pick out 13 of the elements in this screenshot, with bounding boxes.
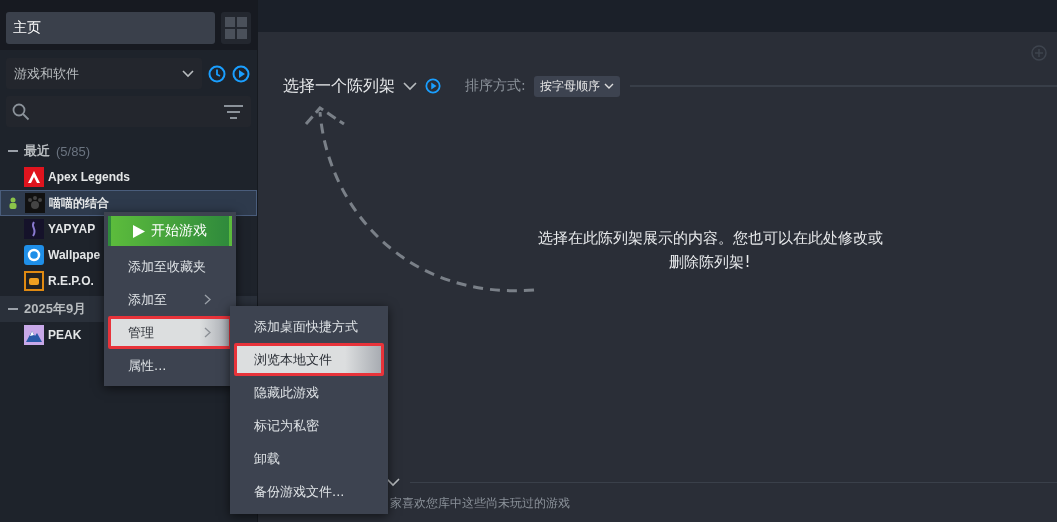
collection-title: 2025年9月 <box>24 300 87 318</box>
game-title: Wallpape <box>48 248 101 262</box>
collection-count: (5/85) <box>56 143 90 159</box>
sort-label: 排序方式: <box>465 77 526 95</box>
shelf-description: 家喜欢您库中这些尚未玩过的游戏 <box>390 496 570 510</box>
game-title: 喵喵的结合 <box>49 194 109 212</box>
game-title: YAPYAP <box>48 222 96 236</box>
empty-shelf-message: 选择在此陈列架展示的内容。您也可以在此处修改或删除陈列架! <box>536 228 884 273</box>
home-label: 主页 <box>13 19 41 37</box>
game-title: Apex Legends <box>48 170 131 184</box>
game-title: PEAK <box>48 328 82 342</box>
game-title: R.E.P.O. <box>48 274 94 288</box>
collection-title: 最近 <box>24 142 50 160</box>
